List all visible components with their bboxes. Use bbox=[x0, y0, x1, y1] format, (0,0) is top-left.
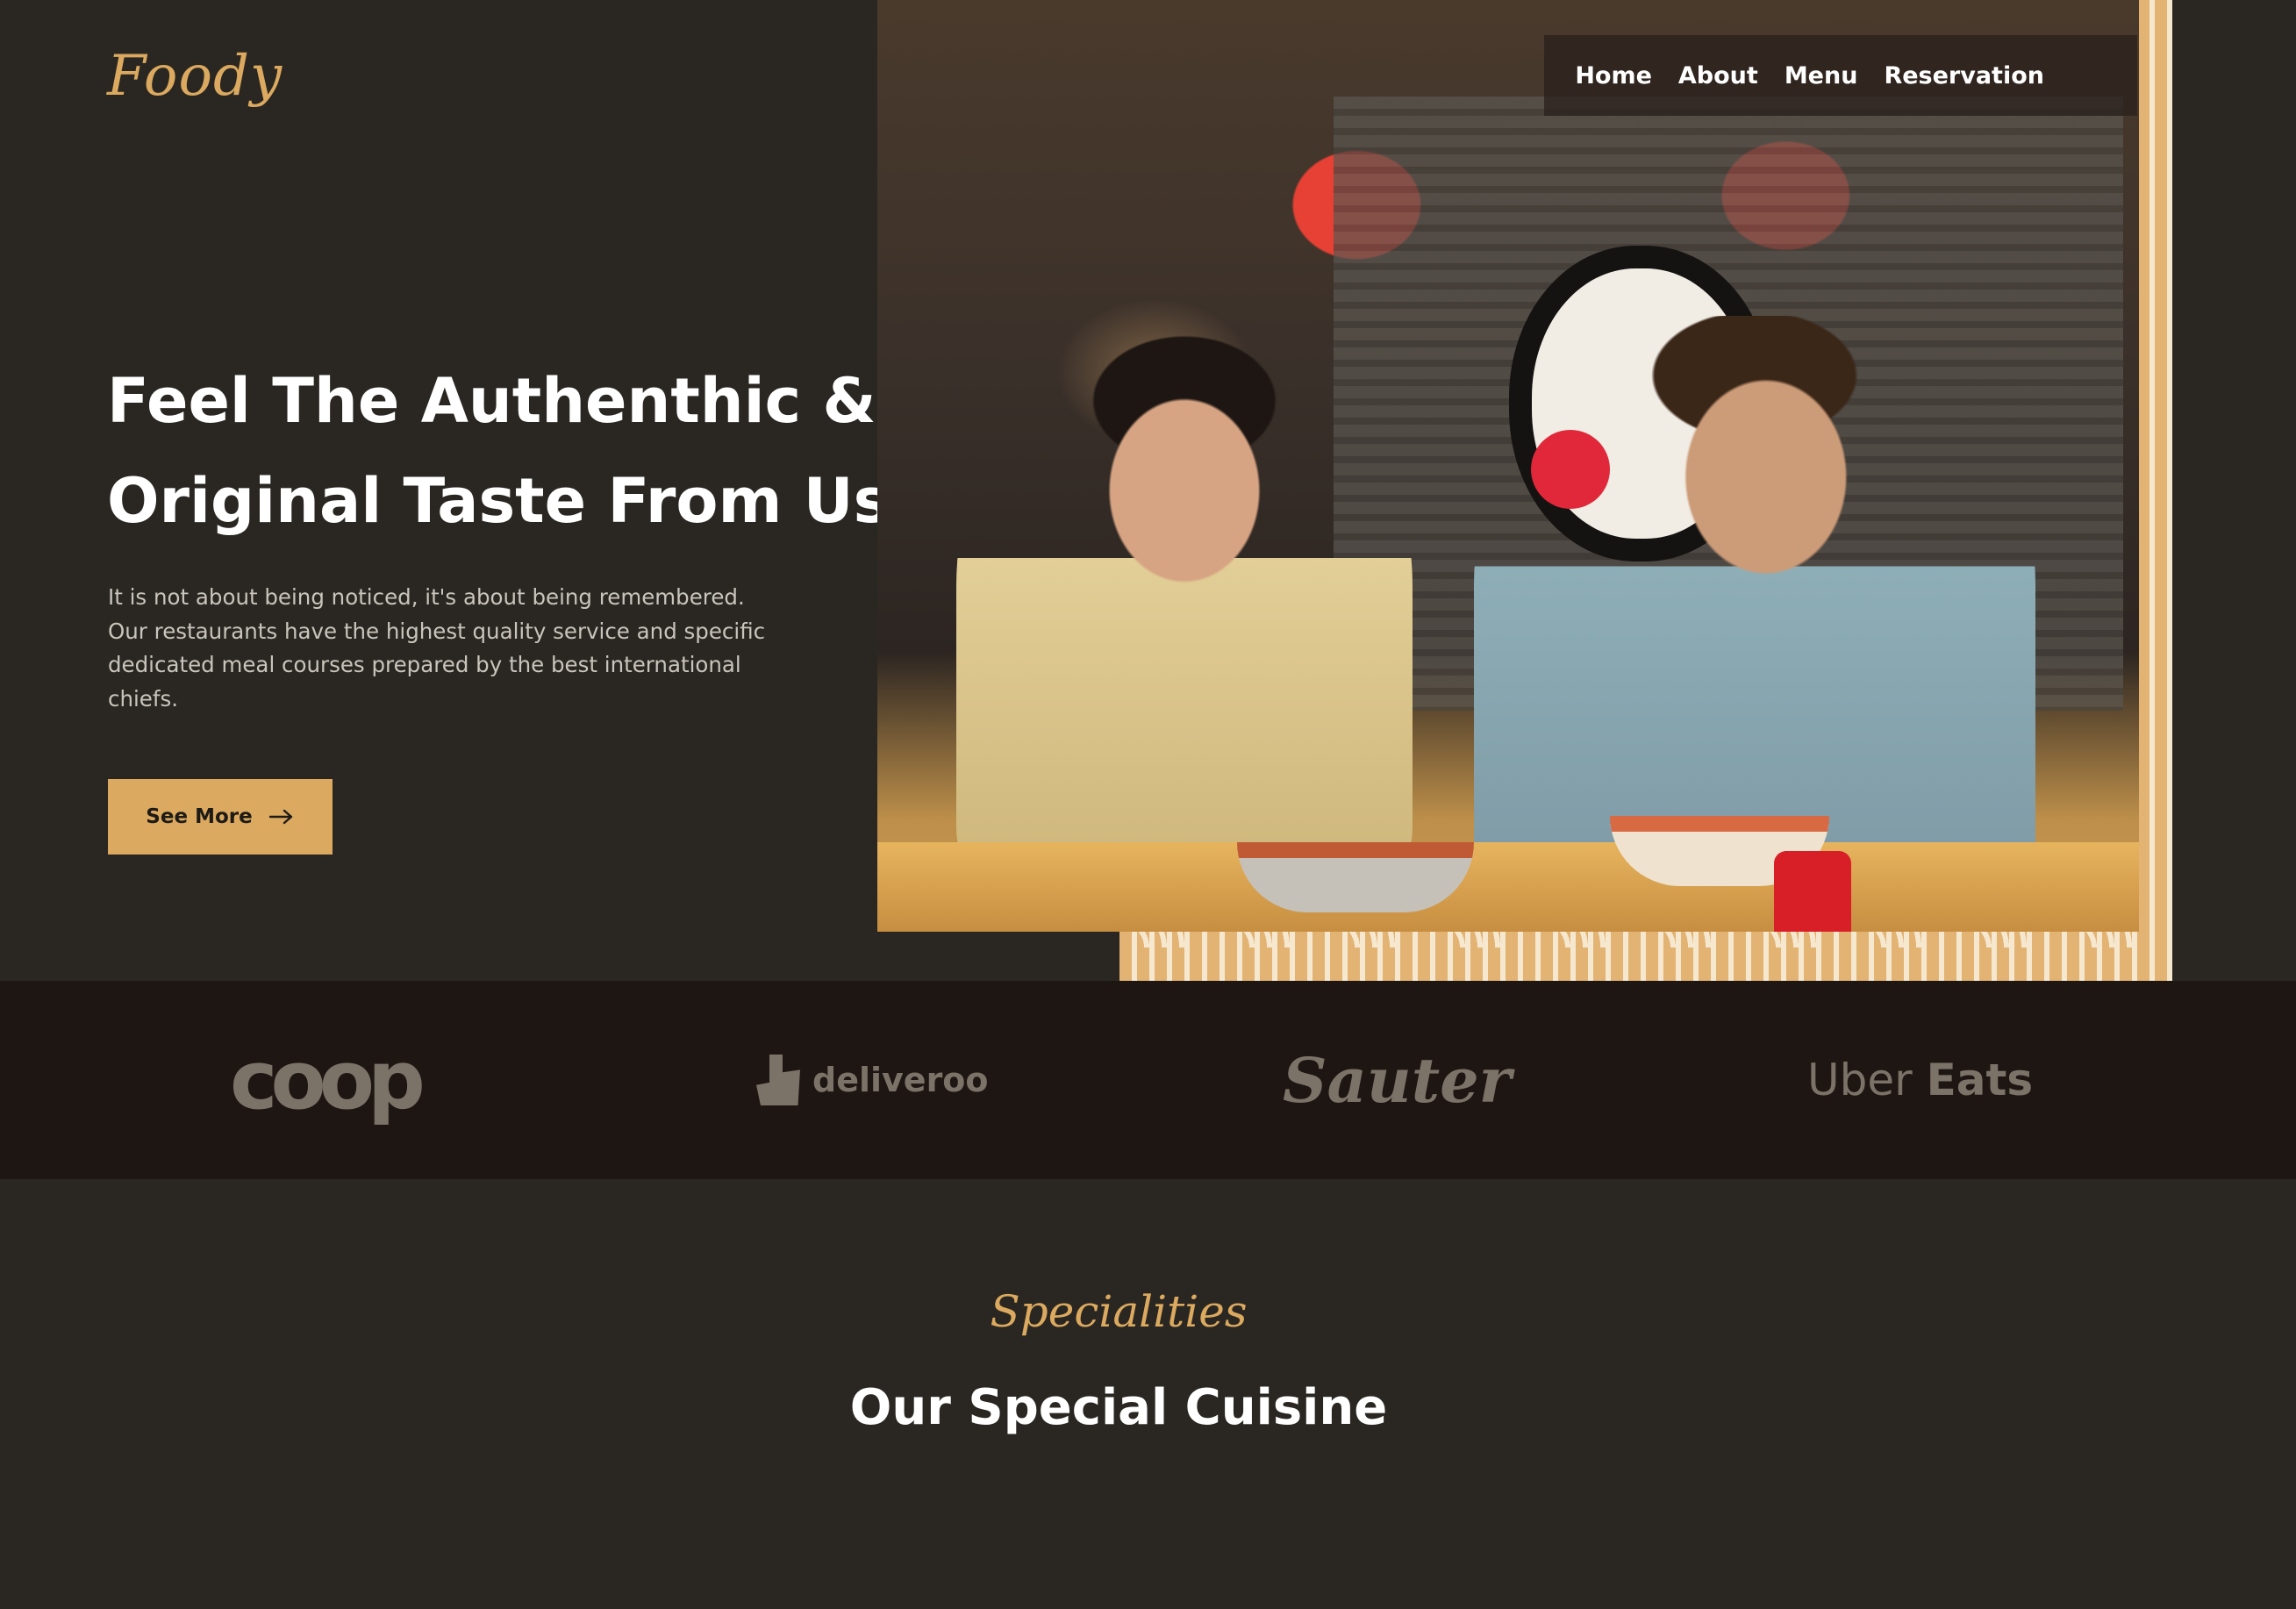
specialities-title: Our Special Cuisine bbox=[849, 1379, 1388, 1436]
logo[interactable]: Foody bbox=[107, 44, 283, 109]
nav-reservation[interactable]: Reservation bbox=[1884, 62, 2044, 89]
hero-section: Foody Feel The Authenthic & Original Tas… bbox=[0, 0, 2296, 981]
nav-menu[interactable]: Menu bbox=[1785, 62, 1858, 89]
deliveroo-kangaroo-icon bbox=[756, 1055, 800, 1105]
nav-about[interactable]: About bbox=[1678, 62, 1758, 89]
photo-diner-left bbox=[956, 333, 1413, 895]
partner-logo-sauter: Sauter bbox=[1283, 1043, 1512, 1117]
hero-photo-diners bbox=[877, 0, 2139, 932]
partner-logo-uber-eats: Uber Eats bbox=[1807, 981, 2033, 1179]
partner-eats-word: Eats bbox=[1926, 1055, 2034, 1105]
partner-uber-word: Uber bbox=[1807, 1055, 1913, 1105]
arrow-right-icon bbox=[268, 809, 292, 825]
partner-deliveroo-wordmark: deliveroo bbox=[812, 1061, 989, 1099]
partner-logo-coop: coop bbox=[230, 1033, 426, 1127]
nav-home[interactable]: Home bbox=[1575, 62, 1652, 89]
photo-soda-can bbox=[1774, 851, 1851, 932]
main-nav: Home About Menu Reservation bbox=[1544, 35, 2137, 116]
photo-bowl-left bbox=[1237, 842, 1474, 912]
hero-headline-line-1: Feel The Authenthic & bbox=[107, 365, 876, 437]
photo-table bbox=[877, 842, 2139, 932]
see-more-button[interactable]: See More bbox=[108, 779, 333, 855]
see-more-label: See More bbox=[146, 805, 253, 828]
hero-headline-line-2: Original Taste From Us bbox=[107, 465, 891, 537]
partners-strip: coop deliveroo Sauter Uber Eats bbox=[0, 981, 2296, 1179]
hero-headline: Feel The Authenthic & Original Taste Fro… bbox=[107, 351, 891, 551]
specialities-eyebrow: Specialities bbox=[990, 1286, 1248, 1337]
partner-logo-deliveroo: deliveroo bbox=[756, 981, 989, 1179]
hero-description: It is not about being noticed, it's abou… bbox=[108, 584, 766, 712]
